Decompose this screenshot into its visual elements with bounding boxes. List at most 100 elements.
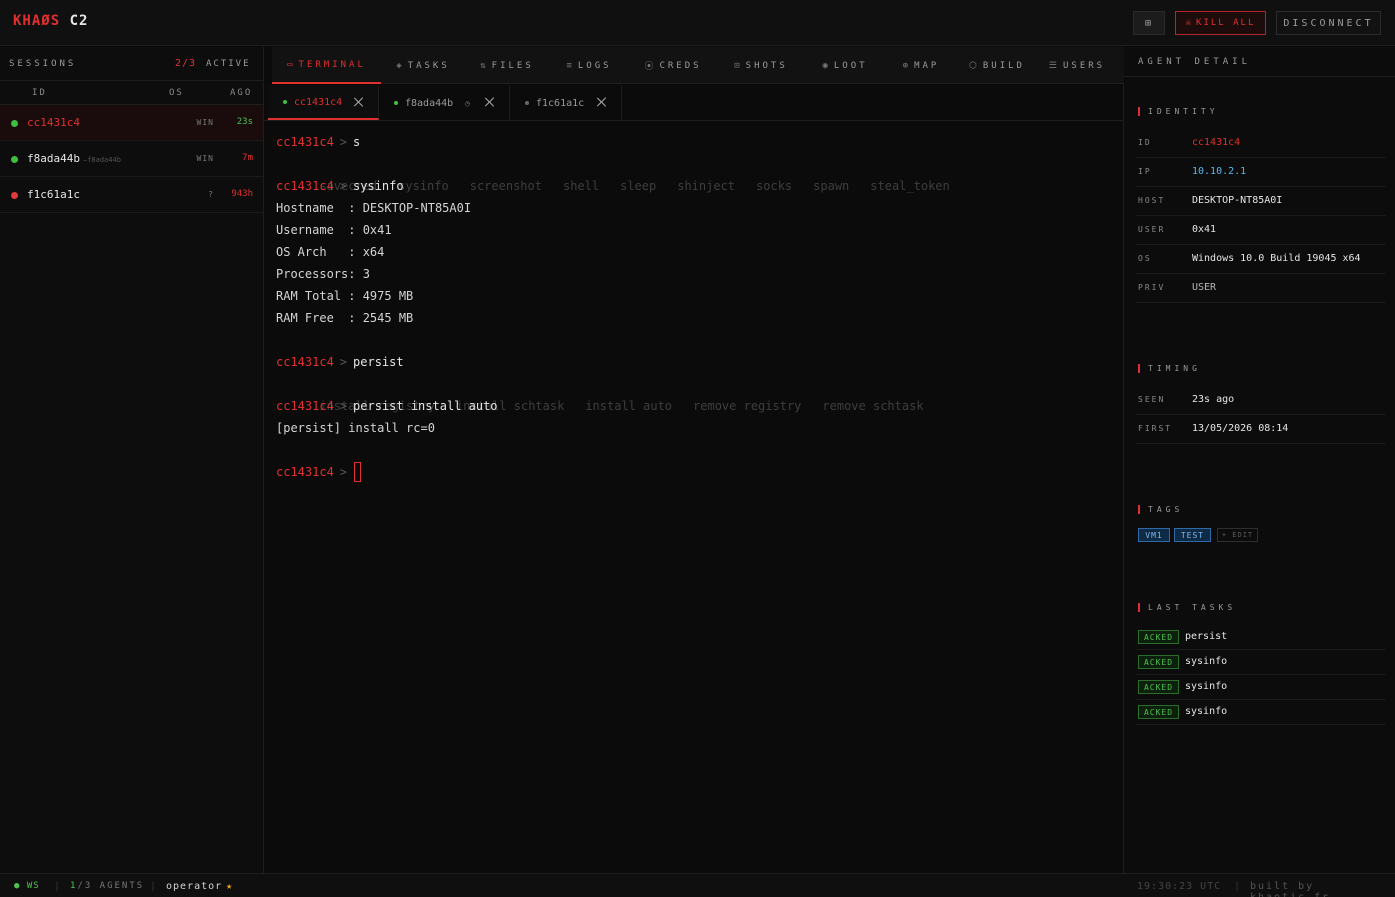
suggestion[interactable]: steal_token xyxy=(870,179,949,193)
terminal-suggestions: install registry install schtask install a… xyxy=(276,373,971,413)
terminal-input-line[interactable]: cc1431c4 > xyxy=(276,461,971,483)
terminal-output-line: Hostname : DESKTOP-NT85A0I xyxy=(276,201,472,215)
tab-map[interactable]: ⊕ MAP xyxy=(885,47,957,84)
suggestion[interactable]: spawn xyxy=(813,179,849,193)
session-id: f1c61a1c xyxy=(27,188,80,201)
divider: | xyxy=(1234,881,1241,892)
session-ago: 943h xyxy=(231,189,253,199)
suggestion[interactable]: socks xyxy=(756,179,792,193)
clock-time: 19:30:23 UTC xyxy=(1137,881,1222,892)
suggestion[interactable]: sleep xyxy=(620,179,656,193)
tag-badge[interactable]: TEST xyxy=(1174,528,1211,542)
agent-detail-panel: AGENT DETAIL IDENTITY ID cc1431c4 IP 10.10… xyxy=(1124,47,1395,873)
session-tab[interactable]: f1c61a1c xyxy=(510,86,622,120)
task-status-badge: ACKED xyxy=(1138,655,1179,669)
map-icon: ⊕ xyxy=(902,60,909,71)
session-row[interactable]: f8ada44b —f8ada44b WIN 7m xyxy=(0,141,263,177)
status-dot xyxy=(11,120,18,127)
column-ago[interactable]: AGO xyxy=(230,88,252,98)
column-id[interactable]: ID xyxy=(32,88,47,98)
terminal-blank xyxy=(276,439,971,461)
logs-icon: ≡ xyxy=(566,60,572,71)
disconnect-button[interactable]: DISCONNECT xyxy=(1276,11,1381,35)
suggestion[interactable]: remove schtask xyxy=(822,399,923,413)
terminal-blank xyxy=(276,329,971,351)
tag-badge[interactable]: VM1 xyxy=(1138,528,1170,542)
session-tab-label: cc1431c4 xyxy=(294,96,343,108)
session-id: cc1431c4 xyxy=(27,116,80,129)
task-name: persist xyxy=(1185,631,1228,642)
brand-suffix: C2 xyxy=(69,13,89,29)
suggestion[interactable]: remove registry xyxy=(693,399,801,413)
tab-creds[interactable]: ⦿ CREDS xyxy=(629,47,717,84)
users-icon: ☰ xyxy=(1048,60,1057,71)
tab-logs[interactable]: ≡ LOGS xyxy=(549,47,629,84)
layout-icon: ⊞ xyxy=(1144,17,1154,29)
tab-loot[interactable]: ◉ LOOT xyxy=(805,47,885,84)
identity-os: OS Windows 10.0 Build 19045 x64 xyxy=(1136,245,1386,274)
terminal-icon: ▭ xyxy=(287,59,293,70)
files-icon: ⇅ xyxy=(480,60,486,71)
tab-build[interactable]: ⬡ BUILD xyxy=(957,47,1037,84)
last-tasks-section-label: LAST TASKS xyxy=(1138,603,1236,612)
terminal-output-line: RAM Total : 4975 MB xyxy=(276,289,414,303)
terminal-cursor[interactable] xyxy=(354,462,362,482)
suggestion[interactable]: sysinfo xyxy=(398,179,449,193)
terminal-output-line: Processors: 3 xyxy=(276,267,370,281)
close-icon[interactable] xyxy=(485,97,495,107)
session-os: ? xyxy=(208,190,214,199)
session-ago: 23s xyxy=(236,117,253,127)
star-icon: ★ xyxy=(226,881,234,892)
tab-shots[interactable]: ⊡ SHOTS xyxy=(717,47,805,84)
session-row[interactable]: f1c61a1c ? 943h xyxy=(0,177,263,213)
divider: | xyxy=(54,881,61,892)
built-by-link[interactable]: built by khaotic.fr xyxy=(1250,881,1395,897)
suggestion[interactable]: shinject xyxy=(677,179,735,193)
suggestion[interactable]: shell xyxy=(563,179,599,193)
nav-tabs: ▭ TERMINAL ◈ TASKS ⇅ FILES ≡ LOGS ⦿ CREDS ⊡ SH… xyxy=(272,47,1124,84)
status-dot xyxy=(11,156,18,163)
terminal-line: cc1431c4 > s xyxy=(276,135,361,149)
build-icon: ⬡ xyxy=(969,60,977,71)
tab-users[interactable]: ☰ USERS xyxy=(1037,47,1117,84)
status-bar: ● WS | 1/3 AGENTS | operator ★ 19:30:23 U… xyxy=(0,873,1395,897)
task-row[interactable]: ACKED persist xyxy=(1136,625,1386,650)
close-icon[interactable] xyxy=(597,97,607,107)
suggestion[interactable]: screenshot xyxy=(470,179,542,193)
kill-all-button[interactable]: ☠ KILL ALL xyxy=(1175,11,1266,35)
session-tab[interactable]: cc1431c4 xyxy=(268,86,379,120)
identity-priv: PRIV USER xyxy=(1136,274,1386,303)
session-row[interactable]: cc1431c4 WIN 23s xyxy=(0,105,263,141)
timing-seen: SEEN 23s ago xyxy=(1136,386,1386,415)
timing-section-label: TIMING xyxy=(1138,364,1201,373)
terminal-output[interactable]: cc1431c4 > s savecred sysinfo screenshot shel… xyxy=(276,131,971,483)
brand-logo: KHAØS C2 xyxy=(13,13,88,29)
sessions-header: SESSIONS 2/3 ACTIVE xyxy=(0,47,263,81)
clock-icon: ◷ xyxy=(465,98,470,108)
task-row[interactable]: ACKED sysinfo xyxy=(1136,650,1386,675)
timing-first: FIRST 13/05/2026 08:14 xyxy=(1136,415,1386,444)
session-tab-label: f8ada44b xyxy=(405,97,454,109)
task-name: sysinfo xyxy=(1185,706,1228,717)
task-row[interactable]: ACKED sysinfo xyxy=(1136,700,1386,725)
tab-tasks[interactable]: ◈ TASKS xyxy=(381,47,465,84)
task-status-badge: ACKED xyxy=(1138,705,1179,719)
session-tab-label: f1c61a1c xyxy=(536,97,585,109)
session-os: WIN xyxy=(196,118,214,127)
shots-icon: ⊡ xyxy=(734,60,740,71)
kill-all-label: KILL ALL xyxy=(1196,18,1256,28)
terminal-output-line: [persist] install rc=0 xyxy=(276,421,435,435)
tab-files[interactable]: ⇅ FILES xyxy=(465,47,549,84)
identity-section-label: IDENTITY xyxy=(1138,107,1219,116)
tab-terminal[interactable]: ▭ TERMINAL xyxy=(272,47,381,84)
layout-toggle-button[interactable]: ⊞ xyxy=(1133,11,1165,35)
session-tab[interactable]: f8ada44b ◷ xyxy=(379,86,510,120)
status-dot xyxy=(283,100,287,104)
edit-tags-button[interactable]: + EDIT xyxy=(1217,528,1258,542)
identity-user: USER 0x41 xyxy=(1136,216,1386,245)
close-icon[interactable] xyxy=(354,97,364,107)
task-row[interactable]: ACKED sysinfo xyxy=(1136,675,1386,700)
column-os[interactable]: OS xyxy=(169,88,184,98)
sessions-panel: SESSIONS 2/3 ACTIVE ID OS AGO cc1431c4 W… xyxy=(0,47,264,873)
suggestion[interactable]: install auto xyxy=(585,399,672,413)
